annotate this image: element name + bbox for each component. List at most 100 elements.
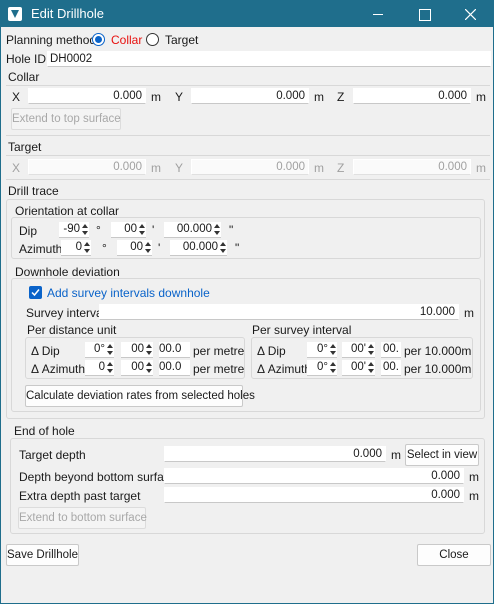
per-survey-azimuth-label: Δ Azimuth [257, 362, 312, 376]
per-distance-dip-min[interactable]: 00 [121, 342, 153, 358]
spin-arrows-icon[interactable] [139, 224, 145, 236]
per-survey-az-sec-value: 00. [383, 361, 399, 373]
per-distance-az-deg[interactable]: 0 [85, 360, 114, 376]
target-x-label: X [12, 161, 21, 175]
degree-symbol: ° [102, 241, 107, 255]
select-in-view-button[interactable]: Select in view [405, 444, 479, 466]
radio-target-label[interactable]: Target [165, 33, 198, 47]
spin-arrows-icon[interactable] [146, 362, 152, 374]
target-depth-unit: m [391, 448, 401, 462]
per-distance-dip-sec-value: 00.0 [159, 343, 182, 355]
per-distance-dip-deg[interactable]: 0° [85, 342, 114, 358]
calculate-deviation-rates-button[interactable]: Calculate deviation rates from selected … [25, 385, 255, 407]
azimuth-degrees-spinner[interactable]: 0 [61, 240, 91, 256]
target-depth-input[interactable]: 0.000 [164, 446, 386, 462]
per-survey-dip-label: Δ Dip [257, 344, 286, 358]
per-survey-az-sec[interactable]: 00. [381, 360, 401, 376]
extend-to-top-surface-button[interactable]: Extend to top surface [11, 108, 121, 130]
collar-z-label: Z [337, 90, 345, 104]
spin-arrows-icon[interactable] [220, 242, 226, 254]
survey-interval-input[interactable]: 10.000 [99, 304, 459, 320]
dip-seconds-spinner[interactable]: 00.000 [164, 222, 221, 238]
minute-symbol: ' [158, 241, 161, 255]
per-survey-dip-min[interactable]: 00' [342, 342, 375, 358]
collar-x-label: X [12, 90, 21, 104]
end-of-hole-title: End of hole [14, 424, 75, 438]
dip-degrees-value: -90 [63, 223, 80, 235]
minute-symbol: ' [152, 223, 155, 237]
checkmark-icon [31, 289, 40, 297]
spin-arrows-icon[interactable] [145, 242, 151, 254]
azimuth-minutes-spinner[interactable]: 00 [117, 240, 152, 256]
dip-label: Dip [19, 224, 38, 238]
radio-target[interactable] [146, 33, 159, 46]
target-y-unit: m [314, 161, 324, 175]
target-bottom-separator [6, 179, 490, 180]
target-y-input[interactable]: 0.000 [191, 159, 309, 175]
maximize-button[interactable] [401, 1, 447, 27]
collar-x-input[interactable]: 0.000 [28, 88, 146, 104]
spin-arrows-icon[interactable] [368, 344, 374, 356]
spin-arrows-icon[interactable] [330, 362, 336, 374]
per-distance-az-min[interactable]: 00 [121, 360, 153, 376]
depth-beyond-input[interactable]: 0.000 [164, 468, 464, 484]
spin-arrows-icon[interactable] [330, 344, 336, 356]
target-depth-label: Target depth [19, 448, 86, 462]
add-survey-intervals-label[interactable]: Add survey intervals downhole [47, 286, 210, 300]
per-distance-dip-sec[interactable]: 00.0 [159, 342, 190, 358]
degree-symbol: ° [96, 223, 101, 237]
azimuth-seconds-spinner[interactable]: 00.000 [170, 240, 227, 256]
close-window-button[interactable] [447, 1, 493, 27]
collar-x-unit: m [151, 90, 161, 104]
radio-collar-label[interactable]: Collar [111, 33, 142, 47]
per-distance-dip-deg-value: 0° [94, 343, 105, 355]
per-survey-dip-sec[interactable]: 00. [381, 342, 401, 358]
spin-arrows-icon[interactable] [368, 362, 374, 374]
hole-id-input[interactable]: DH0002 [47, 51, 491, 67]
per-survey-dip-sec-value: 00. [383, 343, 399, 355]
deviation-title: Downhole deviation [15, 265, 120, 279]
spin-arrows-icon[interactable] [214, 224, 220, 236]
per-survey-dip-min-value: 00' [351, 343, 366, 355]
dip-degrees-spinner[interactable]: -90 [59, 222, 89, 238]
per-survey-az-min[interactable]: 00' [342, 360, 375, 376]
save-drillhole-button[interactable]: Save Drillhole [6, 544, 79, 566]
target-x-input[interactable]: 0.000 [28, 159, 146, 175]
collar-y-input[interactable]: 0.000 [191, 88, 309, 104]
per-survey-suffix: per 10.000m [404, 362, 472, 376]
collar-title: Collar [8, 70, 40, 84]
per-metre-label: per metre [193, 344, 245, 358]
target-z-input[interactable]: 0.000 [353, 159, 471, 175]
extra-depth-unit: m [469, 489, 479, 503]
depth-beyond-unit: m [469, 470, 479, 484]
spin-arrows-icon[interactable] [107, 344, 113, 356]
close-button[interactable]: Close [417, 544, 491, 566]
target-title: Target [8, 140, 42, 154]
dip-seconds-value: 00.000 [176, 223, 212, 235]
spin-arrows-icon[interactable] [146, 344, 152, 356]
radio-collar[interactable] [92, 33, 105, 46]
per-survey-title: Per survey interval [252, 323, 352, 337]
window-title: Edit Drillhole [31, 6, 104, 21]
collar-z-input[interactable]: 0.000 [353, 88, 471, 104]
per-distance-az-sec[interactable]: 00.0 [159, 360, 190, 376]
spin-arrows-icon[interactable] [84, 242, 90, 254]
spin-arrows-icon[interactable] [82, 224, 88, 236]
extra-depth-input[interactable]: 0.000 [164, 487, 464, 503]
add-survey-intervals-checkbox[interactable] [29, 286, 42, 299]
spin-arrows-icon[interactable] [107, 362, 113, 374]
minimize-button[interactable] [355, 1, 401, 27]
per-survey-dip-deg[interactable]: 0° [307, 342, 337, 358]
azimuth-seconds-value: 00.000 [182, 241, 218, 253]
orientation-title: Orientation at collar [15, 204, 120, 218]
dip-minutes-spinner[interactable]: 00 [111, 222, 146, 238]
target-separator [6, 155, 490, 156]
per-distance-az-sec-value: 00.0 [159, 361, 182, 373]
azimuth-label: Azimuth [19, 242, 63, 256]
collar-y-label: Y [175, 90, 184, 104]
extend-to-bottom-surface-button[interactable]: Extend to bottom surface [18, 507, 147, 529]
per-survey-az-deg-value: 0° [317, 361, 328, 373]
per-survey-az-deg[interactable]: 0° [307, 360, 337, 376]
extra-depth-label: Extra depth past target [19, 489, 141, 503]
azimuth-minutes-value: 00 [130, 241, 143, 253]
